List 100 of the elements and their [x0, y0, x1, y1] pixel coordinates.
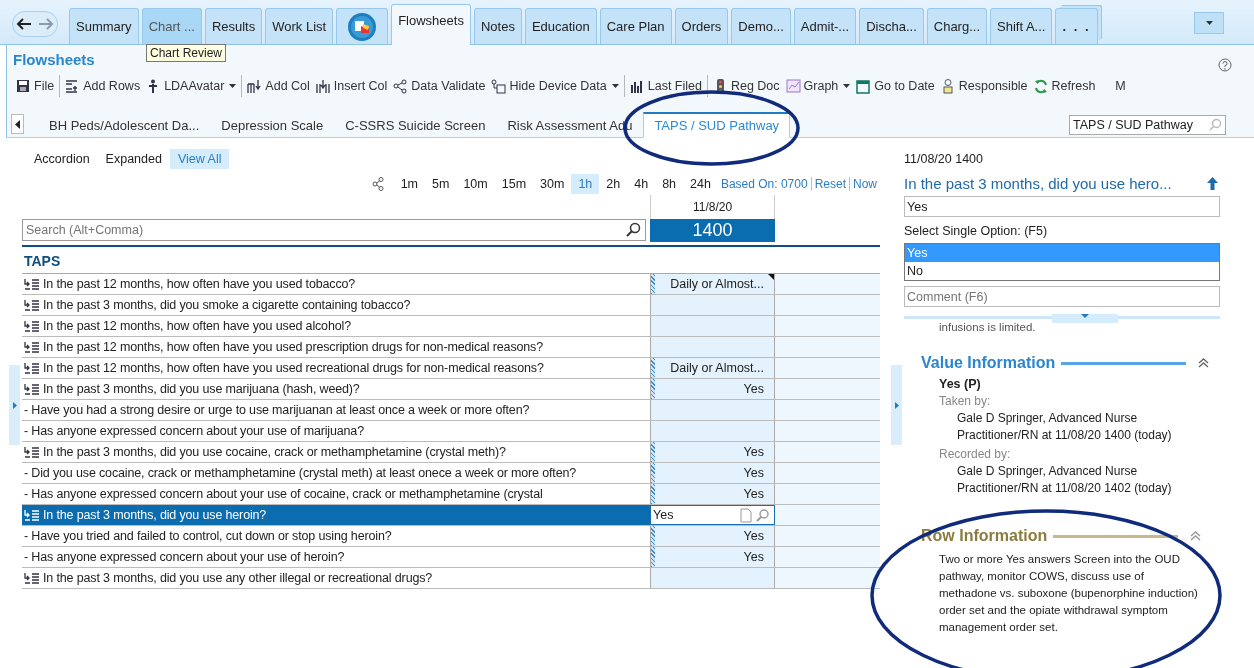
table-cell[interactable]: [775, 547, 880, 567]
value-cell[interactable]: [650, 400, 775, 420]
table-cell[interactable]: [775, 400, 880, 420]
toolbar-button[interactable]: Insert Col: [312, 76, 391, 96]
interval-link[interactable]: Based On: 0700: [717, 177, 811, 191]
tab[interactable]: Notes: [473, 8, 522, 44]
sheet-search-field[interactable]: TAPS / SUD Pathway: [1069, 115, 1226, 135]
table-cell[interactable]: [775, 337, 880, 357]
row-label[interactable]: - Did you use cocaine, crack or methamphetamine (crystal meth) at least onece a week or more often?: [22, 463, 650, 483]
view-mode-button[interactable]: Accordion: [26, 149, 98, 169]
interval-button[interactable]: 8h: [655, 174, 684, 194]
row-label[interactable]: In the past 12 months, how often have you used recreational drugs for non-medical reasons?: [22, 358, 650, 378]
dropdown-button[interactable]: [1194, 12, 1224, 34]
view-mode-button[interactable]: View All: [169, 149, 230, 169]
help-icon[interactable]: [1218, 58, 1232, 72]
expand-handle[interactable]: [1052, 314, 1118, 323]
value-cell[interactable]: [650, 337, 775, 357]
interval-button[interactable]: 24h: [683, 174, 718, 194]
tab[interactable]: Flowsheets: [391, 4, 471, 45]
toolbar-button[interactable]: Graph: [782, 76, 854, 96]
toolbar-button[interactable]: M: [1112, 77, 1129, 95]
value-cell[interactable]: Daily or Almost...: [650, 358, 775, 378]
interval-button[interactable]: 4h: [627, 174, 656, 194]
collapse-panel-handle[interactable]: [891, 365, 902, 445]
tab[interactable]: Demo...: [731, 8, 791, 44]
interval-button[interactable]: 15m: [494, 174, 534, 194]
table-cell[interactable]: [775, 274, 880, 294]
interval-link[interactable]: Reset: [810, 177, 849, 191]
value-cell[interactable]: Yes: [650, 547, 775, 567]
expand-panel-handle[interactable]: [9, 365, 20, 445]
tab[interactable]: Charg...: [926, 8, 987, 44]
value-cell[interactable]: [650, 421, 775, 441]
value-cell[interactable]: Yes: [650, 442, 775, 462]
toolbar-button[interactable]: Add Col: [244, 76, 313, 96]
toolbar-button[interactable]: Go to Date: [853, 76, 938, 96]
interval-button[interactable]: 1m: [393, 174, 426, 194]
row-label[interactable]: - Have you had a strong desire or urge to use marijuanan at least once a week or more often?: [22, 400, 650, 420]
scroll-left-button[interactable]: [11, 114, 24, 134]
tab[interactable]: Summary: [69, 8, 139, 44]
row-label[interactable]: - Have you tried and failed to control, cut down or stop using heroin?: [22, 526, 650, 546]
value-cell[interactable]: [650, 316, 775, 336]
toolbar-button[interactable]: Last Filed: [626, 76, 705, 96]
interval-button[interactable]: 2h: [599, 174, 628, 194]
interval-link[interactable]: Now: [849, 177, 880, 191]
row-label[interactable]: In the past 3 months, did you smoke a cigarette containing tobacco?: [22, 295, 650, 315]
table-cell[interactable]: [775, 421, 880, 441]
tab[interactable]: [336, 8, 389, 44]
value-field[interactable]: Yes: [904, 196, 1220, 217]
search-field[interactable]: Search (Alt+Comma): [22, 219, 646, 241]
tab[interactable]: Results: [204, 8, 263, 44]
tab[interactable]: Work List: [265, 8, 334, 44]
toolbar-button[interactable]: Add Rows: [62, 76, 144, 96]
table-cell[interactable]: [775, 316, 880, 336]
tab[interactable]: Admit-...: [793, 8, 857, 44]
tab[interactable]: Education: [524, 8, 597, 44]
collapse-icon[interactable]: [1190, 531, 1202, 541]
table-cell[interactable]: [775, 568, 880, 588]
table-cell[interactable]: [775, 295, 880, 315]
toolbar-button[interactable]: Responsible: [937, 76, 1031, 96]
toolbar-button[interactable]: Hide Device Data: [488, 76, 622, 96]
table-cell[interactable]: [775, 484, 880, 504]
row-label[interactable]: - Has anyone expressed concern about your use of marijuana?: [22, 421, 650, 441]
row-label[interactable]: - Has anyone expressed concern about your use of heroin?: [22, 547, 650, 567]
row-label[interactable]: In the past 3 months, did you use any other illegal or recreational drugs?: [22, 568, 650, 588]
toolbar-button[interactable]: Reg Doc: [709, 76, 783, 96]
table-cell[interactable]: [775, 358, 880, 378]
interval-button[interactable]: 10m: [456, 174, 495, 194]
value-cell[interactable]: Yes: [650, 379, 775, 399]
value-cell[interactable]: [650, 568, 775, 588]
tab[interactable]: Shift A...: [990, 8, 1053, 44]
value-input[interactable]: Yes: [650, 505, 775, 525]
row-label[interactable]: In the past 3 months, did you use cocaine, crack or methamphetamine (crystal meth)?: [22, 442, 650, 462]
table-cell[interactable]: [775, 526, 880, 546]
table-cell[interactable]: [775, 379, 880, 399]
toolbar-button[interactable]: Refresh: [1030, 76, 1099, 96]
sheet-tab[interactable]: C-SSRS Suicide Screen: [334, 113, 497, 137]
value-cell[interactable]: Daily or Almost...: [650, 274, 775, 294]
row-label[interactable]: In the past 12 months, how often have you used prescription drugs for non-medical reasons?: [22, 337, 650, 357]
table-cell[interactable]: [775, 463, 880, 483]
value-cell[interactable]: Yes: [650, 463, 775, 483]
column-time-header[interactable]: 1400: [650, 219, 775, 242]
interval-button[interactable]: 30m: [533, 174, 572, 194]
toolbar-button[interactable]: LDAAvatar: [143, 76, 240, 96]
toolbar-button[interactable]: File: [13, 76, 58, 96]
value-cell[interactable]: [650, 295, 775, 315]
selected-row-label[interactable]: In the past 3 months, did you use heroin?: [22, 505, 650, 525]
row-label[interactable]: In the past 3 months, did you use marijuana (hash, weed)?: [22, 379, 650, 399]
sheet-tab[interactable]: TAPS / SUD Pathway: [643, 112, 791, 138]
row-label[interactable]: In the past 12 months, how often have you used alcohol?: [22, 316, 650, 336]
table-cell[interactable]: [775, 442, 880, 462]
row-label[interactable]: In the past 12 months, how often have you used tobacco?: [22, 274, 650, 294]
tab[interactable]: Chart ...: [141, 8, 202, 44]
collapse-icon[interactable]: [1198, 358, 1210, 368]
sheet-tab[interactable]: Depression Scale: [210, 113, 335, 137]
value-cell[interactable]: Yes: [650, 484, 775, 504]
view-mode-button[interactable]: Expanded: [97, 149, 170, 169]
interval-button[interactable]: 5m: [425, 174, 457, 194]
interval-button[interactable]: 1h: [571, 174, 600, 194]
up-arrow-icon[interactable]: [1207, 177, 1218, 190]
table-cell[interactable]: [775, 505, 880, 525]
